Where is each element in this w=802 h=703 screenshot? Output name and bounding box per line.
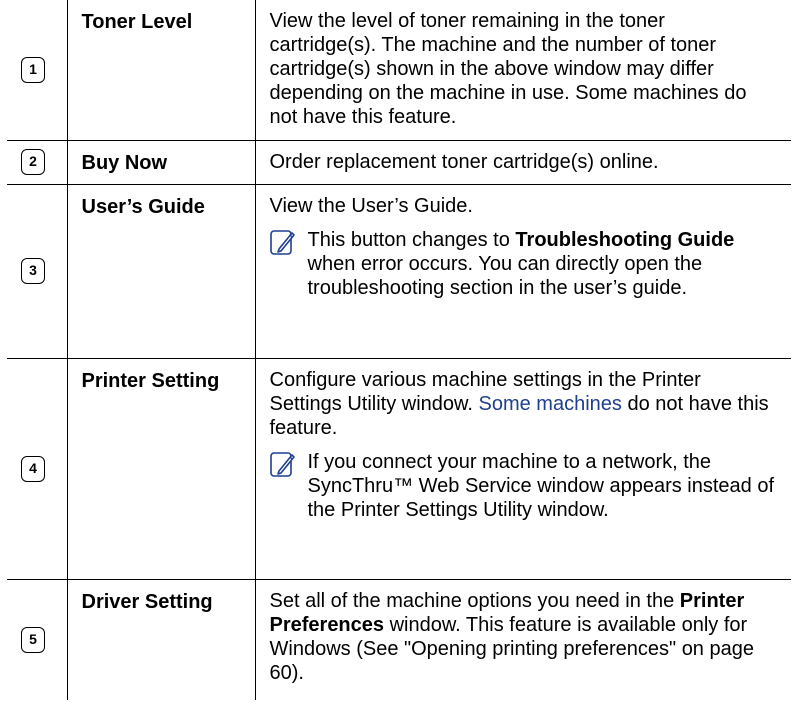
feature-name: Driver Setting [67,579,256,700]
table-row: 5 Driver Setting Set all of the machine … [7,579,791,700]
note-text: This button changes to Troubleshooting G… [307,228,735,299]
feature-description: View the User’s Guide. [269,194,473,217]
feature-table: 1 Toner Level View the level of toner re… [7,0,791,700]
note-pencil-icon [269,451,295,477]
feature-name: User’s Guide [67,184,256,359]
row-number-badge: 2 [21,149,45,175]
note: This button changes to Troubleshooting G… [269,228,778,300]
feature-description-highlight: Some machines [478,392,622,415]
row-number-badge: 5 [21,626,45,653]
feature-description: Configure various machine settings in th… [269,368,769,439]
table-row: 4 Printer Setting Configure various mach… [7,358,791,580]
feature-name: Printer Setting [67,358,256,580]
table-row: 2 Buy Now Order replacement toner cartri… [7,140,791,185]
table-row: 1 Toner Level View the level of toner re… [7,0,791,141]
feature-description: View the level of toner remaining in the… [269,10,747,128]
table-row: 3 User’s Guide View the User’s Guide. Th… [7,184,791,359]
note-pencil-icon [269,229,295,255]
note: If you connect your machine to a network… [269,450,778,522]
feature-description: Order replacement toner cartridge(s) onl… [269,150,659,173]
row-number-badge: 4 [21,455,45,482]
row-number-badge: 1 [21,56,45,83]
feature-description: Set all of the machine options you need … [269,589,754,684]
row-number-badge: 3 [21,258,45,284]
feature-name: Buy Now [67,140,256,185]
note-text: If you connect your machine to a network… [307,450,775,521]
feature-name: Toner Level [67,0,256,141]
